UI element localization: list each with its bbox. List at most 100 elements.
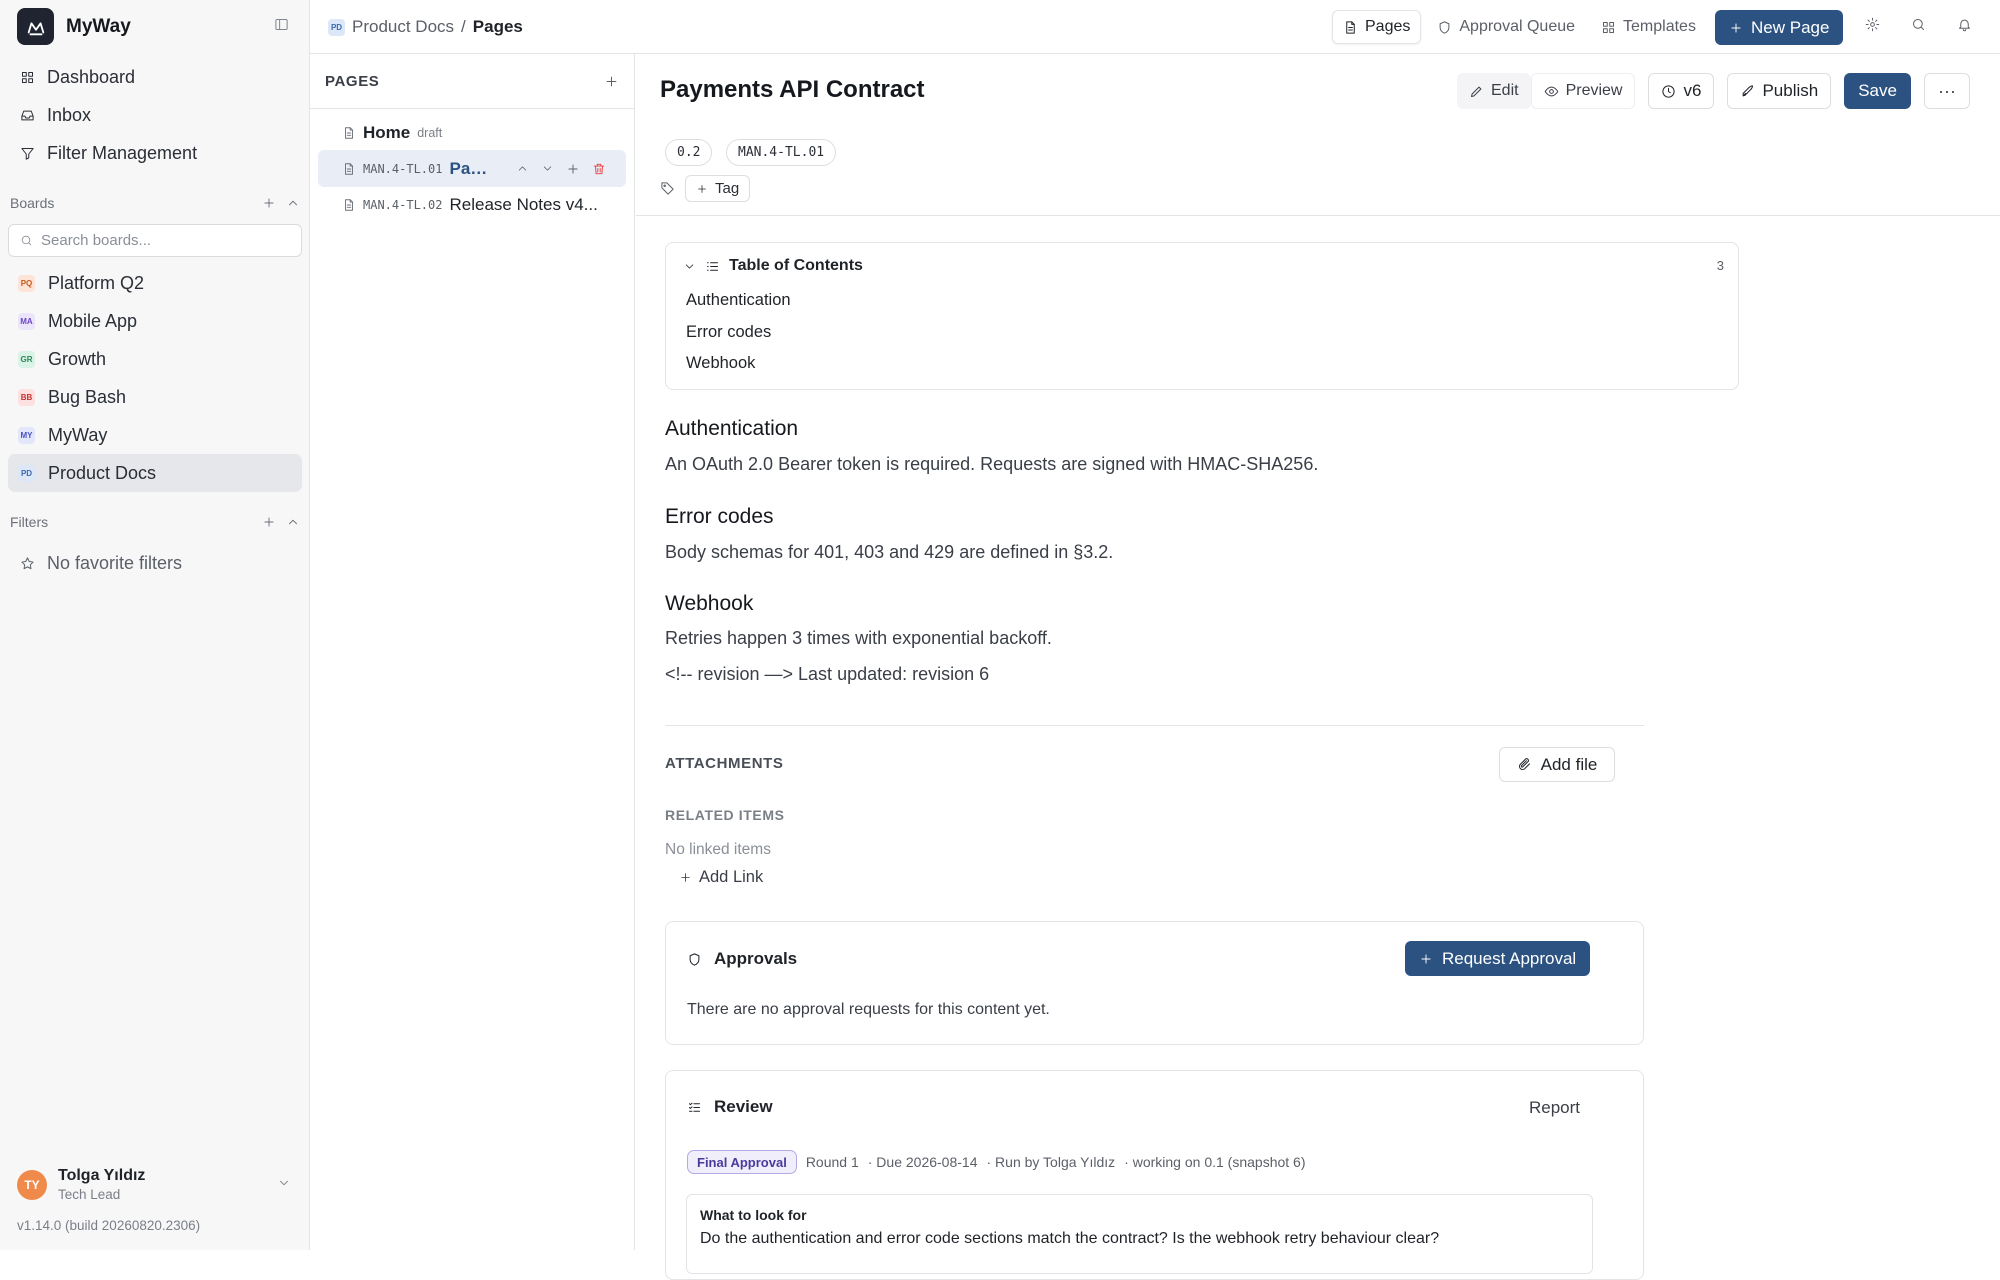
page-tree-item-payments[interactable]: MAN.4-TL.01 Payments API Contract xyxy=(318,150,626,187)
toc-link[interactable]: Webhook xyxy=(686,354,755,373)
add-page-icon[interactable] xyxy=(604,74,619,89)
boards-search-input[interactable]: Search boards... xyxy=(8,224,302,257)
add-subpage-icon[interactable] xyxy=(566,162,580,176)
breadcrumb-project[interactable]: Product Docs xyxy=(352,17,454,37)
bell-icon[interactable] xyxy=(1957,17,1972,32)
board-label: Growth xyxy=(48,348,107,369)
report-button[interactable]: Report xyxy=(1529,1098,1580,1118)
preview-button[interactable]: Preview xyxy=(1530,73,1636,109)
divider xyxy=(636,215,2000,216)
project-badge: PD xyxy=(328,18,345,36)
move-up-icon[interactable] xyxy=(516,162,529,175)
move-down-icon[interactable] xyxy=(541,162,554,175)
sidebar-item-board[interactable]: MA Mobile App xyxy=(8,302,302,340)
code-chip[interactable]: MAN.4-TL.01 xyxy=(726,139,837,166)
board-badge: BB xyxy=(18,388,35,406)
board-label: MyWay xyxy=(48,424,108,445)
top-tabs: Pages Approval Queue Templates xyxy=(1332,10,1706,44)
sidebar-item-board[interactable]: PQ Platform Q2 xyxy=(8,264,302,302)
tab-pages[interactable]: Pages xyxy=(1332,10,1422,44)
add-link-button[interactable]: Add Link xyxy=(679,868,763,887)
no-favorite-filters: No favorite filters xyxy=(8,544,302,582)
nav-filter-management[interactable]: Filter Management xyxy=(8,134,302,172)
editor: Payments API Contract Edit Preview v6 Pu… xyxy=(636,54,2000,1280)
boards-search-placeholder: Search boards... xyxy=(41,232,152,249)
nav-dashboard[interactable]: Dashboard xyxy=(8,58,302,96)
review-header: Review xyxy=(687,1097,773,1117)
add-board-icon[interactable] xyxy=(262,196,276,210)
nav-inbox[interactable]: Inbox xyxy=(8,96,302,134)
page-tree-item-release-notes[interactable]: MAN.4-TL.02 Release Notes v4... xyxy=(318,186,626,223)
board-label: Bug Bash xyxy=(48,386,127,407)
document-icon xyxy=(345,162,353,175)
toc-header[interactable]: Table of Contents xyxy=(683,257,863,275)
page-code: MAN.4-TL.01 xyxy=(363,161,443,176)
review-meta: Final Approval Round 1 · Due 2026-08-14 … xyxy=(687,1150,1306,1174)
chevron-up-icon[interactable] xyxy=(286,515,300,529)
save-button[interactable]: Save xyxy=(1844,73,1911,109)
checklist-icon xyxy=(689,1102,700,1112)
tab-templates[interactable]: Templates xyxy=(1591,10,1706,44)
sidebar-toggle-icon[interactable] xyxy=(274,17,289,32)
add-tag-button[interactable]: Tag xyxy=(685,175,751,202)
publish-label: Publish xyxy=(1762,81,1819,100)
new-page-button[interactable]: New Page xyxy=(1715,10,1844,45)
document-icon xyxy=(345,198,353,211)
section-paragraph: <!-- revision —> Last updated: revision … xyxy=(665,664,990,684)
filters-header: Filters xyxy=(10,514,300,530)
page-title: Release Notes v4... xyxy=(449,194,598,214)
approvals-title: Approvals xyxy=(714,949,798,968)
chevron-up-icon[interactable] xyxy=(286,196,300,210)
review-card: Review Report Final Approval Round 1 · D… xyxy=(665,1070,1644,1280)
brand[interactable]: MyWay xyxy=(17,8,131,45)
more-options-button[interactable]: ··· xyxy=(1923,73,1970,109)
version-chip[interactable]: 0.2 xyxy=(665,139,713,166)
edit-button[interactable]: Edit xyxy=(1457,73,1531,109)
add-link-label: Add Link xyxy=(699,868,764,886)
breadcrumb: PD Product Docs / Pages xyxy=(328,17,523,37)
sidebar-item-board[interactable]: MY MyWay xyxy=(8,416,302,454)
plus-icon xyxy=(1731,22,1741,33)
version-button[interactable]: v6 xyxy=(1648,73,1715,109)
publish-button[interactable]: Publish xyxy=(1727,73,1832,109)
trash-icon[interactable] xyxy=(592,162,606,176)
preview-label: Preview xyxy=(1565,82,1623,99)
clock-icon xyxy=(1662,84,1676,98)
search-icon[interactable] xyxy=(1911,17,1926,32)
gear-icon[interactable] xyxy=(1865,17,1880,32)
boards-list: PQ Platform Q2 MA Mobile App GR Growth BB Bug B… xyxy=(8,264,302,492)
approvals-card: Approvals Request Approval There are no … xyxy=(665,921,1644,1045)
add-file-button[interactable]: Add file xyxy=(1499,747,1615,782)
chevron-down-icon[interactable] xyxy=(277,1176,291,1190)
board-badge: PQ xyxy=(18,274,35,292)
sidebar-item-board[interactable]: PD Product Docs xyxy=(8,454,302,492)
nav-filter-management-label: Filter Management xyxy=(47,142,198,163)
request-approval-button[interactable]: Request Approval xyxy=(1405,941,1591,976)
page-status-badge: draft xyxy=(417,125,443,140)
toc-link[interactable]: Error codes xyxy=(686,323,771,342)
toc-link[interactable]: Authentication xyxy=(686,291,791,310)
what-to-look-for-text: Do the authentication and error code sec… xyxy=(700,1230,1440,1247)
top-icons xyxy=(1865,17,1972,32)
shield-icon xyxy=(689,952,700,966)
user-name: Tolga Yıldız xyxy=(58,1167,146,1184)
new-page-label: New Page xyxy=(1751,17,1830,37)
page-code: MAN.4-TL.02 xyxy=(363,197,443,212)
add-file-label: Add file xyxy=(1540,754,1598,774)
main-nav: Dashboard Inbox Filter Management xyxy=(8,58,302,172)
board-label: Platform Q2 xyxy=(48,272,145,293)
inbox-icon xyxy=(21,110,34,120)
search-icon xyxy=(21,235,32,246)
page-tree-item-home[interactable]: Home draft xyxy=(318,114,626,151)
paperclip-icon xyxy=(1518,758,1530,770)
document-icon xyxy=(1346,20,1355,34)
sidebar-item-board[interactable]: BB Bug Bash xyxy=(8,378,302,416)
tab-approval-queue[interactable]: Approval Queue xyxy=(1427,10,1585,44)
user-menu[interactable]: TY Tolga Yıldız Tech Lead xyxy=(17,1167,145,1202)
grid-icon xyxy=(22,71,33,83)
add-filter-icon[interactable] xyxy=(262,515,276,529)
review-snapshot: · working on 0.1 (snapshot 6) xyxy=(1124,1154,1306,1170)
section-paragraph: Body schemas for 401, 403 and 429 are de… xyxy=(665,542,1114,562)
boards-header: Boards xyxy=(10,195,300,211)
sidebar-item-board[interactable]: GR Growth xyxy=(8,340,302,378)
